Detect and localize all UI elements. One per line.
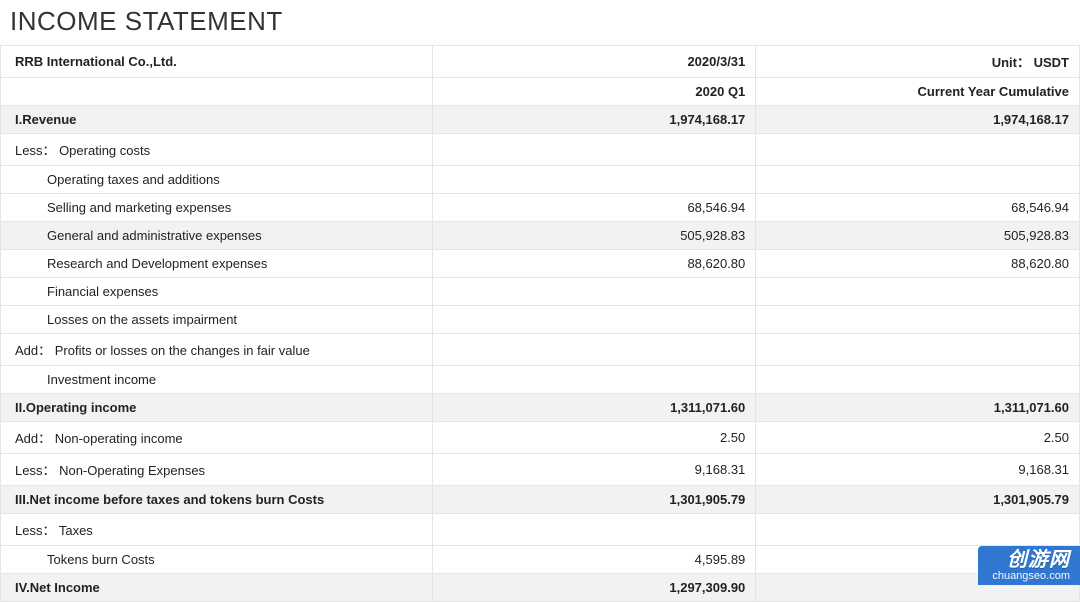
row-label: III.Net income before taxes and tokens b…: [1, 486, 433, 514]
table-row: Add： Non-operating income2.502.50: [1, 422, 1080, 454]
row-label: Selling and marketing expenses: [1, 194, 433, 222]
row-cum-value: 1,311,071.60: [756, 394, 1080, 422]
row-q1-value: 1,311,071.60: [432, 394, 756, 422]
row-cum-value: 505,928.83: [756, 222, 1080, 250]
table-row: II.Operating income1,311,071.601,311,071…: [1, 394, 1080, 422]
row-label: II.Operating income: [1, 394, 433, 422]
row-cum-value: [756, 334, 1080, 366]
row-label: General and administrative expenses: [1, 222, 433, 250]
table-row: I.Revenue1,974,168.171,974,168.17: [1, 106, 1080, 134]
row-cum-value: 9,168.31: [756, 454, 1080, 486]
table-row: Operating taxes and additions: [1, 166, 1080, 194]
row-label: I.Revenue: [1, 106, 433, 134]
row-label: Financial expenses: [1, 278, 433, 306]
row-cum-value: [756, 306, 1080, 334]
row-label: Less： Non-Operating Expenses: [1, 454, 433, 486]
table-row: Add： Profits or losses on the changes in…: [1, 334, 1080, 366]
table-row: General and administrative expenses505,9…: [1, 222, 1080, 250]
row-q1-value: 9,168.31: [432, 454, 756, 486]
row-q1-value: [432, 514, 756, 546]
header-row-company: RRB International Co.,Ltd. 2020/3/31 Uni…: [1, 46, 1080, 78]
row-cum-value: 68,546.94: [756, 194, 1080, 222]
header-row-columns: 2020 Q1 Current Year Cumulative: [1, 78, 1080, 106]
col-q1-header: 2020 Q1: [432, 78, 756, 106]
row-q1-value: [432, 134, 756, 166]
table-row: Less： Operating costs: [1, 134, 1080, 166]
company-cell: RRB International Co.,Ltd.: [1, 46, 433, 78]
row-q1-value: 1,297,309.90: [432, 574, 756, 602]
table-row: Research and Development expenses88,620.…: [1, 250, 1080, 278]
row-q1-value: 1,974,168.17: [432, 106, 756, 134]
row-cum-value: [756, 278, 1080, 306]
col-cum-header: Current Year Cumulative: [756, 78, 1080, 106]
watermark-url: chuangseo.com: [992, 571, 1070, 583]
table-row: Investment income: [1, 366, 1080, 394]
row-cum-value: [756, 366, 1080, 394]
row-q1-value: [432, 278, 756, 306]
page-title: INCOME STATEMENT: [0, 0, 1080, 45]
unit-cell: Unit： USDT: [756, 46, 1080, 78]
table-row: Financial expenses: [1, 278, 1080, 306]
row-cum-value: 1,974,168.17: [756, 106, 1080, 134]
blank-header-cell: [1, 78, 433, 106]
row-cum-value: 2.50: [756, 422, 1080, 454]
row-cum-value: [756, 134, 1080, 166]
table-row: Less： Taxes: [1, 514, 1080, 546]
row-label: Tokens burn Costs: [1, 546, 433, 574]
row-q1-value: 1,301,905.79: [432, 486, 756, 514]
row-q1-value: 505,928.83: [432, 222, 756, 250]
row-label: IV.Net Income: [1, 574, 433, 602]
row-q1-value: [432, 334, 756, 366]
row-label: Less： Taxes: [1, 514, 433, 546]
table-row: III.Net income before taxes and tokens b…: [1, 486, 1080, 514]
row-q1-value: 4,595.89: [432, 546, 756, 574]
row-label: Add： Non-operating income: [1, 422, 433, 454]
watermark-cn: 创游网: [992, 550, 1070, 571]
row-label: Add： Profits or losses on the changes in…: [1, 334, 433, 366]
row-label: Less： Operating costs: [1, 134, 433, 166]
row-q1-value: 2.50: [432, 422, 756, 454]
row-label: Losses on the assets impairment: [1, 306, 433, 334]
row-cum-value: [756, 514, 1080, 546]
row-cum-value: 1,301,905.79: [756, 486, 1080, 514]
table-row: Less： Non-Operating Expenses9,168.319,16…: [1, 454, 1080, 486]
row-q1-value: 88,620.80: [432, 250, 756, 278]
table-row: Losses on the assets impairment: [1, 306, 1080, 334]
row-label: Research and Development expenses: [1, 250, 433, 278]
period-end-cell: 2020/3/31: [432, 46, 756, 78]
watermark-badge: 创游网 chuangseo.com: [978, 546, 1080, 585]
row-cum-value: 88,620.80: [756, 250, 1080, 278]
row-label: Investment income: [1, 366, 433, 394]
row-q1-value: 68,546.94: [432, 194, 756, 222]
row-cum-value: [756, 166, 1080, 194]
row-q1-value: [432, 166, 756, 194]
table-row: Tokens burn Costs4,595.89: [1, 546, 1080, 574]
table-row: IV.Net Income1,297,309.90: [1, 574, 1080, 602]
income-statement-table: RRB International Co.,Ltd. 2020/3/31 Uni…: [0, 45, 1080, 602]
row-q1-value: [432, 366, 756, 394]
row-q1-value: [432, 306, 756, 334]
table-row: Selling and marketing expenses68,546.946…: [1, 194, 1080, 222]
row-label: Operating taxes and additions: [1, 166, 433, 194]
